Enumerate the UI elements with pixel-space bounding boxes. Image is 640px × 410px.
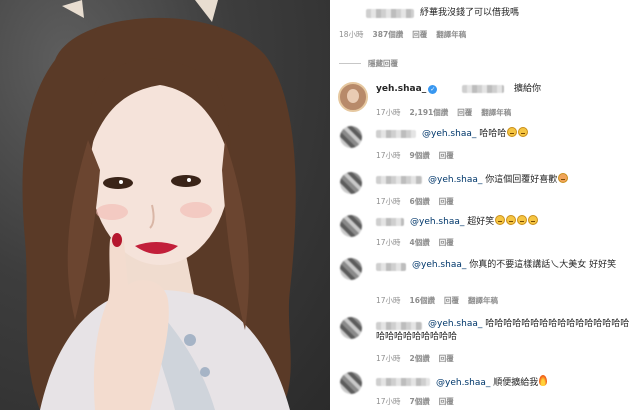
reply-2-line: @yeh.shaa_ 哈哈哈 <box>422 127 529 141</box>
avatar[interactable] <box>340 215 362 237</box>
blurred-username <box>376 378 430 386</box>
comment-time: 17小時 <box>376 397 401 406</box>
like-count[interactable]: 387個讚 <box>373 30 404 39</box>
reply-6-text: 哈哈哈哈哈哈哈哈哈哈哈哈哈哈哈哈哈哈哈哈哈哈哈哈哈 <box>376 319 630 342</box>
mention-link[interactable]: @yeh.shaa_ <box>428 175 482 185</box>
comment-thread: 紓華我沒錢了可以借我嗎 18小時 387個讚 回覆 翻譯年稿 隱藏回覆 yeh.sha… <box>330 0 640 410</box>
mention-link[interactable]: @yeh.shaa_ <box>410 217 464 227</box>
translate-button[interactable]: 翻譯年稿 <box>481 108 511 117</box>
reply-6-line: @yeh.shaa_ 哈哈哈哈哈哈哈哈哈哈哈哈哈哈哈哈哈哈哈哈哈哈哈哈哈 <box>376 318 634 344</box>
reply-2-meta: 17小時 9個讚 回覆 <box>376 150 463 161</box>
blurred-username <box>376 218 404 226</box>
avatar[interactable] <box>340 172 362 194</box>
divider <box>339 63 361 64</box>
reply-1-line: yeh.shaa_ ✓ <box>376 83 439 96</box>
reply-5-text: 你真的不要這樣講話乀大美女 好好笑 <box>469 260 617 270</box>
reply-button[interactable]: 回覆 <box>439 354 454 363</box>
reply-3-meta: 17小時 6個讚 回覆 <box>376 196 463 207</box>
grin-sweat-emoji <box>495 215 506 225</box>
mention-link[interactable]: @yeh.shaa_ <box>422 129 476 139</box>
like-count[interactable]: 4個讚 <box>410 238 430 247</box>
reply-2-text: 哈哈哈 <box>479 129 507 139</box>
portrait-illustration <box>22 0 296 410</box>
avatar[interactable] <box>340 372 362 394</box>
blurred-username <box>376 176 422 184</box>
reply-button[interactable]: 回覆 <box>457 108 472 117</box>
blurred-username <box>366 9 414 18</box>
verified-icon: ✓ <box>428 85 438 94</box>
comment-time: 17小時 <box>376 238 401 247</box>
mention-link[interactable]: @yeh.shaa_ <box>428 319 482 329</box>
hair-clip-left <box>62 0 84 18</box>
mention-link[interactable]: @yeh.shaa_ <box>436 378 490 388</box>
grin-sweat-emoji <box>528 215 539 225</box>
reply-4-meta: 17小時 4個讚 回覆 <box>376 237 463 248</box>
post-photo <box>0 0 330 410</box>
comment-time: 17小時 <box>376 354 401 363</box>
reply-1-text: 擴給你 <box>514 84 542 94</box>
hair-clip-right <box>195 0 218 22</box>
grin-sweat-emoji <box>518 127 529 137</box>
blurred-mention <box>462 85 504 93</box>
comment-time: 18小時 <box>339 30 364 39</box>
reply-button[interactable]: 回覆 <box>439 151 454 160</box>
reply-5-line: @yeh.shaa_ 你真的不要這樣講話乀大美女 好好笑 <box>376 259 634 272</box>
reply-3-line: @yeh.shaa_ 你這個回覆好喜歡 <box>428 173 569 187</box>
avatar[interactable] <box>338 82 368 112</box>
reply-button[interactable]: 回覆 <box>439 197 454 206</box>
top-comment-text: 紓華我沒錢了可以借我嗎 <box>420 8 520 18</box>
blurred-username <box>376 130 416 138</box>
comment-time: 17小時 <box>376 296 401 305</box>
like-count[interactable]: 9個讚 <box>410 151 430 160</box>
reply-4-text: 超好笑 <box>467 217 495 227</box>
like-count[interactable]: 2,191個讚 <box>410 108 449 117</box>
reply-button[interactable]: 回覆 <box>444 296 459 305</box>
like-count[interactable]: 2個讚 <box>410 354 430 363</box>
reply-6-meta: 17小時 2個讚 回覆 <box>376 353 463 364</box>
avatar[interactable] <box>340 258 362 280</box>
comment-time: 17小時 <box>376 108 401 117</box>
reply-button[interactable]: 回覆 <box>439 238 454 247</box>
grin-sweat-emoji <box>507 127 518 137</box>
avatar[interactable] <box>340 126 362 148</box>
hide-replies-button[interactable]: 隱藏回覆 <box>368 58 398 69</box>
top-comment-meta: 18小時 387個讚 回覆 翻譯年稿 <box>339 29 475 40</box>
like-count[interactable]: 7個讚 <box>410 397 430 406</box>
reply-7-meta: 17小時 7個讚 回覆 <box>376 396 463 407</box>
translate-button[interactable]: 翻譯年稿 <box>468 296 498 305</box>
heart-eyes-emoji <box>558 173 569 183</box>
grin-sweat-emoji <box>506 215 517 225</box>
comment-time: 17小時 <box>376 151 401 160</box>
translate-button[interactable]: 翻譯年稿 <box>436 30 466 39</box>
reply-7-text: 順便擴給我 <box>493 378 539 388</box>
like-count[interactable]: 16個讚 <box>410 296 435 305</box>
mention-link[interactable]: @yeh.shaa_ <box>412 260 466 270</box>
reply-3-text: 你這個回覆好喜歡 <box>485 175 558 185</box>
avatar[interactable] <box>340 317 362 339</box>
reply-7-line: @yeh.shaa_ 順便擴給我 <box>436 375 548 390</box>
reply-5-meta: 17小時 16個讚 回覆 翻譯年稿 <box>376 295 507 306</box>
comment-time: 17小時 <box>376 197 401 206</box>
fire-emoji <box>539 375 548 386</box>
username[interactable]: yeh.shaa_ <box>376 84 426 94</box>
reply-1-meta: 17小時 2,191個讚 回覆 翻譯年稿 <box>376 107 520 118</box>
reply-button[interactable]: 回覆 <box>439 397 454 406</box>
reply-button[interactable]: 回覆 <box>412 30 427 39</box>
grin-sweat-emoji <box>517 215 528 225</box>
reply-4-line: @yeh.shaa_ 超好笑 <box>410 215 539 229</box>
like-count[interactable]: 6個讚 <box>410 197 430 206</box>
